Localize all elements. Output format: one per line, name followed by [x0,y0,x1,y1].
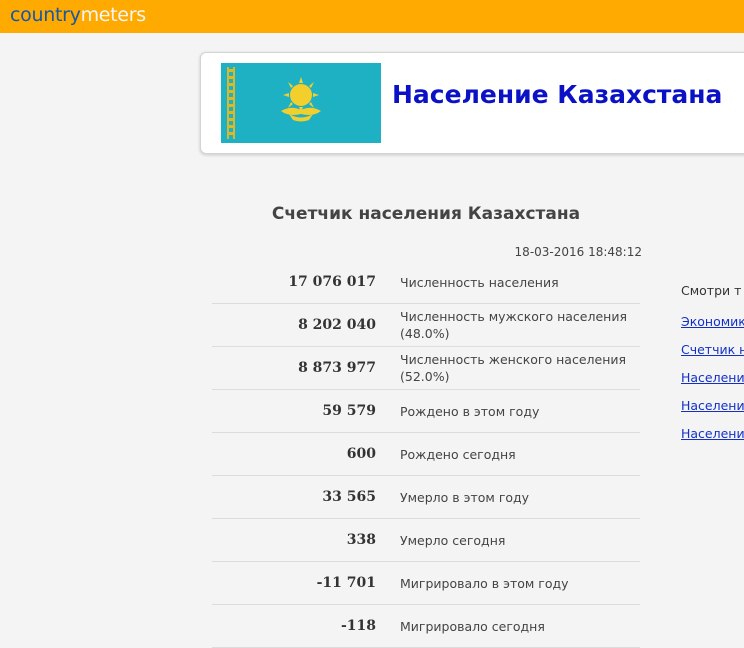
stat-label: Умерло в этом году [388,475,640,519]
table-row: 338 Умерло сегодня [212,518,640,562]
stat-value: 8 873 977 [212,346,388,390]
table-row: 17 076 017 Численность населения [212,261,640,304]
stat-value: 8 202 040 [212,303,388,347]
top-bar: countrymeters [0,0,744,33]
counter-title: Счетчик населения Казахстана [271,204,581,224]
population-stats-table: 17 076 017 Численность населения 8 202 0… [212,261,640,648]
stat-label: Мигрировало сегодня [388,604,640,648]
stat-label: Численность мужского населения (48.0%) [388,303,640,347]
sidebar-link-population-3[interactable]: Населени [681,426,744,441]
stat-value: 338 [212,518,388,562]
stat-label: Численность женского населения (52.0%) [388,346,640,390]
kazakhstan-flag-icon [221,63,381,143]
table-row: -11 701 Мигрировало в этом году [212,561,640,605]
stat-value: -11 701 [212,561,388,605]
table-row: -118 Мигрировало сегодня [212,604,640,648]
table-row: 59 579 Рождено в этом году [212,389,640,433]
sidebar-link-population-1[interactable]: Населени [681,370,744,385]
sidebar-link-economy[interactable]: Экономик [681,314,744,329]
header-card: Население Казахстана [200,52,744,154]
stat-label: Рождено в этом году [388,389,640,433]
stat-value: 600 [212,432,388,476]
sidebar-link-counter[interactable]: Счетчик н [681,342,744,357]
stat-value: 59 579 [212,389,388,433]
stat-label: Умерло сегодня [388,518,640,562]
see-also-sidebar: Смотри т Экономик Счетчик н Населени Нас… [681,283,744,454]
table-row: 33 565 Умерло в этом году [212,475,640,519]
timestamp: 18-03-2016 18:48:12 [514,245,642,259]
stat-label: Рождено сегодня [388,432,640,476]
see-also-label: Смотри т [681,283,742,298]
site-logo[interactable]: countrymeters [10,4,146,26]
page-title: Население Казахстана [392,80,723,109]
stat-value: 33 565 [212,475,388,519]
stat-label: Численность населения [388,261,640,304]
table-row: 600 Рождено сегодня [212,432,640,476]
stat-value: -118 [212,604,388,648]
sidebar-link-population-2[interactable]: Населени [681,398,744,413]
stat-label: Мигрировало в этом году [388,561,640,605]
stat-value: 17 076 017 [212,261,388,304]
table-row: 8 202 040 Численность мужского населения… [212,303,640,347]
table-row: 8 873 977 Численность женского населения… [212,346,640,390]
